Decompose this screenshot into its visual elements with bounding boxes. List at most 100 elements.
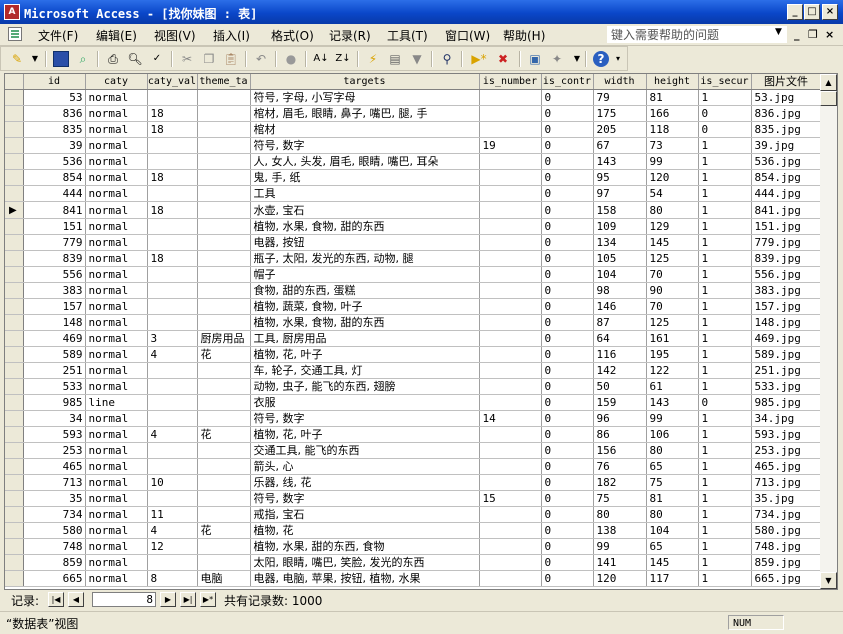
table-cell[interactable]: 713 (23, 474, 86, 491)
table-cell[interactable]: normal (85, 426, 148, 443)
table-cell[interactable]: 39 (23, 137, 86, 154)
doc-minimize-button[interactable]: _ (794, 28, 800, 41)
table-cell[interactable]: 80 (646, 506, 699, 523)
record-selector[interactable] (5, 458, 24, 475)
table-cell[interactable]: 1 (698, 458, 752, 475)
table-cell[interactable]: 19 (479, 137, 542, 154)
table-cell[interactable] (197, 378, 251, 395)
table-cell[interactable] (147, 458, 198, 475)
table-cell[interactable] (197, 554, 251, 571)
table-cell[interactable] (479, 218, 542, 235)
table-cell[interactable]: 瓶子, 太阳, 发光的东西, 动物, 腿 (250, 250, 480, 267)
column-header-image-file[interactable]: 图片文件 (751, 74, 822, 90)
table-cell[interactable] (197, 298, 251, 315)
table-cell[interactable]: normal (85, 153, 148, 170)
table-row[interactable]: 34 normal 符号, 数字 14 0 96 99 1 34.jpg (5, 410, 822, 427)
table-cell[interactable]: 34.jpg (751, 410, 822, 427)
table-cell[interactable] (147, 442, 198, 459)
table-cell[interactable]: normal (85, 538, 148, 555)
table-cell[interactable]: 0 (541, 410, 594, 427)
table-cell[interactable] (147, 234, 198, 251)
toolbar-options-icon[interactable]: ▾ (613, 51, 623, 67)
table-cell[interactable]: 854 (23, 169, 86, 186)
table-cell[interactable]: 1 (698, 266, 752, 283)
table-cell[interactable] (479, 105, 542, 122)
table-cell[interactable]: 棺材 (250, 121, 480, 138)
record-selector[interactable] (5, 474, 24, 491)
table-cell[interactable] (147, 410, 198, 427)
table-cell[interactable]: 64 (593, 330, 647, 347)
table-cell[interactable]: 469 (23, 330, 86, 347)
table-row[interactable]: 665 normal 8 电脑 电器, 电脑, 苹果, 按钮, 植物, 水果 0 120 11… (5, 570, 822, 587)
table-cell[interactable]: 99 (646, 153, 699, 170)
table-cell[interactable] (197, 153, 251, 170)
table-cell[interactable]: 175 (593, 105, 647, 122)
table-row[interactable]: 580 normal 4 花植物, 花 0 138 104 1 580.jpg (5, 522, 822, 539)
table-cell[interactable]: normal (85, 89, 148, 106)
menu-edit[interactable]: 编辑(E) (96, 27, 137, 44)
table-cell[interactable]: 厨房用品 (197, 330, 251, 347)
table-cell[interactable]: 748.jpg (751, 538, 822, 555)
column-header-caty-val[interactable]: caty_val (147, 74, 198, 90)
menu-format[interactable]: 格式(O) (271, 27, 314, 44)
table-cell[interactable]: 839 (23, 250, 86, 267)
cut-icon[interactable]: ✂ (179, 51, 195, 67)
record-selector[interactable] (5, 410, 24, 427)
table-cell[interactable]: 148.jpg (751, 314, 822, 331)
table-document-icon[interactable] (8, 27, 22, 41)
table-cell[interactable] (197, 442, 251, 459)
table-cell[interactable] (479, 554, 542, 571)
table-cell[interactable]: 53 (23, 89, 86, 106)
table-cell[interactable]: normal (85, 330, 148, 347)
table-cell[interactable]: 0 (541, 538, 594, 555)
table-cell[interactable]: 469.jpg (751, 330, 822, 347)
record-selector[interactable] (5, 506, 24, 523)
table-cell[interactable]: 0 (541, 185, 594, 202)
table-cell[interactable]: 75 (593, 490, 647, 507)
table-cell[interactable]: 0 (541, 394, 594, 411)
filter-by-selection-icon[interactable]: ⚡ (365, 51, 381, 67)
table-cell[interactable]: 衣服 (250, 394, 480, 411)
table-cell[interactable]: 1 (698, 362, 752, 379)
table-cell[interactable]: 0 (541, 346, 594, 363)
vertical-scrollbar[interactable]: ▲ ▼ (820, 74, 837, 589)
table-cell[interactable]: 0 (698, 105, 752, 122)
table-cell[interactable]: 533 (23, 378, 86, 395)
table-cell[interactable]: 0 (541, 362, 594, 379)
table-cell[interactable]: 1 (698, 201, 752, 219)
table-cell[interactable]: 0 (541, 554, 594, 571)
doc-close-button[interactable]: × (825, 28, 834, 41)
table-row[interactable]: 835 normal 18 棺材 0 205 118 0 835.jpg (5, 121, 822, 138)
table-cell[interactable]: 18 (147, 105, 198, 122)
table-row[interactable]: 444 normal 工具 0 97 54 1 444.jpg (5, 185, 822, 202)
table-cell[interactable]: 1 (698, 506, 752, 523)
access-app-icon[interactable]: A (4, 4, 20, 20)
table-cell[interactable]: 145 (646, 234, 699, 251)
table-cell[interactable]: normal (85, 474, 148, 491)
delete-record-icon[interactable]: ✖ (495, 51, 511, 67)
table-cell[interactable] (197, 458, 251, 475)
table-cell[interactable]: 0 (698, 394, 752, 411)
table-cell[interactable]: 75 (646, 474, 699, 491)
table-cell[interactable]: 植物, 蔬菜, 食物, 叶子 (250, 298, 480, 315)
table-cell[interactable]: 859 (23, 554, 86, 571)
table-cell[interactable] (147, 218, 198, 235)
last-record-icon[interactable]: ▶| (180, 592, 196, 607)
table-cell[interactable]: 符号, 字母, 小写字母 (250, 89, 480, 106)
table-cell[interactable]: 854.jpg (751, 169, 822, 186)
table-cell[interactable]: 1 (698, 346, 752, 363)
table-cell[interactable]: 67 (593, 137, 647, 154)
record-selector[interactable] (5, 234, 24, 251)
current-record-input[interactable]: 8 (92, 592, 156, 607)
menu-insert[interactable]: 插入(I) (213, 27, 250, 44)
record-selector[interactable] (5, 266, 24, 283)
table-cell[interactable] (147, 378, 198, 395)
table-cell[interactable]: 839.jpg (751, 250, 822, 267)
spelling-icon[interactable]: ✓ (149, 51, 165, 67)
table-cell[interactable] (197, 185, 251, 202)
filter-by-form-icon[interactable]: ▤ (387, 51, 403, 67)
table-cell[interactable]: 1 (698, 554, 752, 571)
table-cell[interactable] (479, 169, 542, 186)
table-cell[interactable] (479, 506, 542, 523)
table-cell[interactable]: 465.jpg (751, 458, 822, 475)
